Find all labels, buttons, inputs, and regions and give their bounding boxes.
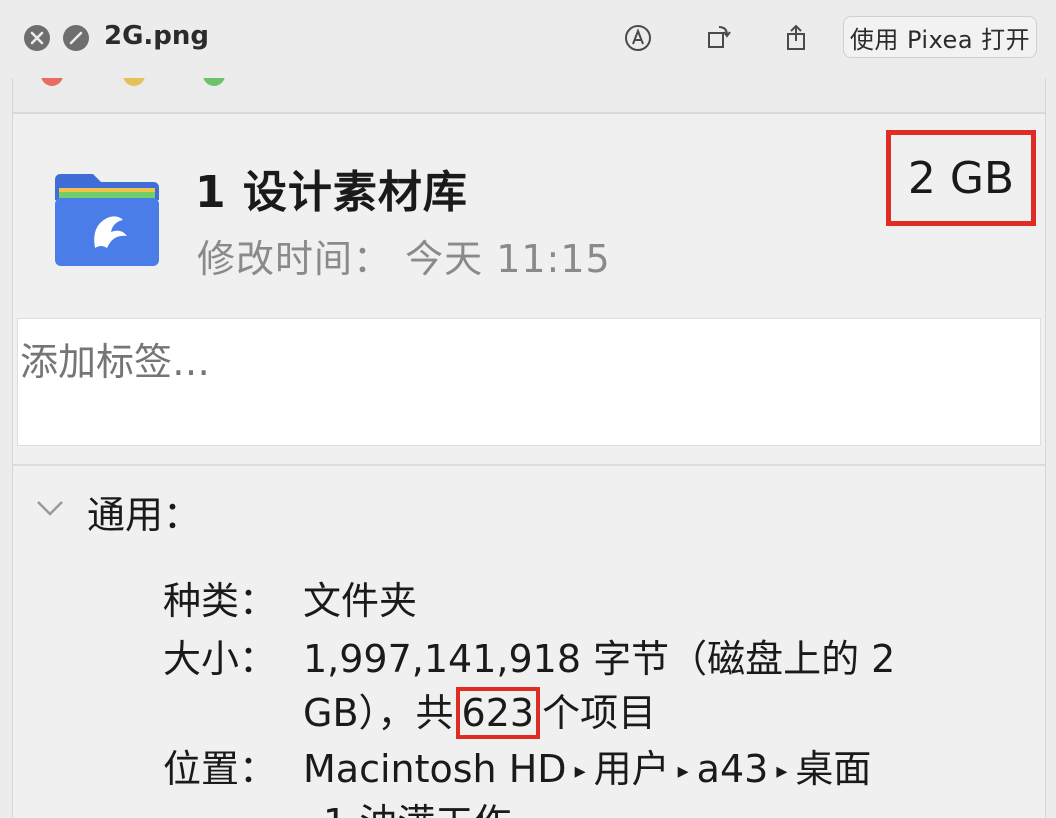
divider [13,464,1045,466]
size-value-line2: GB），共 623 个项目 [303,682,656,739]
zoom-dot-icon [203,78,225,86]
open-with-pixea-button[interactable]: 使用 Pixea 打开 [843,16,1037,58]
minimize-dot-icon [123,78,145,86]
modified-time: 修改时间： 今天 11:15 [197,228,611,283]
size-line2-prefix: GB），共 [303,691,454,735]
info-window-toolbar [13,78,1045,114]
modified-value: 今天 11:15 [405,237,611,281]
item-count-highlight: 623 [455,687,541,739]
path-arrow-icon: ▸ [677,759,689,784]
kind-label: 种类： [163,579,278,623]
location-part: Macintosh HD [303,747,567,791]
rotate-icon[interactable] [700,20,736,56]
size-label: 大小： [163,637,278,681]
tags-input[interactable] [17,318,1041,446]
path-arrow-icon: ▸ [574,759,586,784]
location-label: 位置： [163,747,278,791]
path-arrow-icon: ▸ [776,759,788,784]
fullscreen-icon[interactable] [63,25,89,51]
general-section-title[interactable]: 通用： [87,484,201,539]
location-path: Macintosh HD ▸ 用户 ▸ a43 ▸ 桌面 [303,738,871,793]
size-header: 2 GB [907,152,1015,204]
kind-value: 文件夹 [303,579,418,623]
chevron-down-icon[interactable] [33,490,67,524]
size-value-line1: 1,997,141,918 字节（磁盘上的 2 [303,637,896,681]
size-header-highlight: 2 GB [886,130,1036,226]
location-part: a43 [696,747,769,791]
markup-icon[interactable] [620,20,656,56]
window-title: 2G.png [104,21,210,51]
share-icon[interactable] [778,20,814,56]
location-part: 用户 [593,747,670,791]
folder-icon [51,170,163,270]
preview-area: 1 设计素材库 修改时间： 今天 11:15 2 GB 通用： 种类： 文件夹 … [12,78,1046,818]
close-icon[interactable] [24,25,50,51]
quicklook-titlebar: 2G.png 使用 Pixea 打开 [0,0,1056,78]
close-dot-icon [41,78,63,86]
size-line2-suffix: 个项目 [542,691,657,735]
modified-label: 修改时间： [197,237,393,281]
location-path-line2: 1 油满工作 [323,792,511,818]
item-count: 623 [461,691,535,735]
file-name: 1 设计素材库 [195,167,468,218]
location-part: 桌面 [795,747,872,791]
